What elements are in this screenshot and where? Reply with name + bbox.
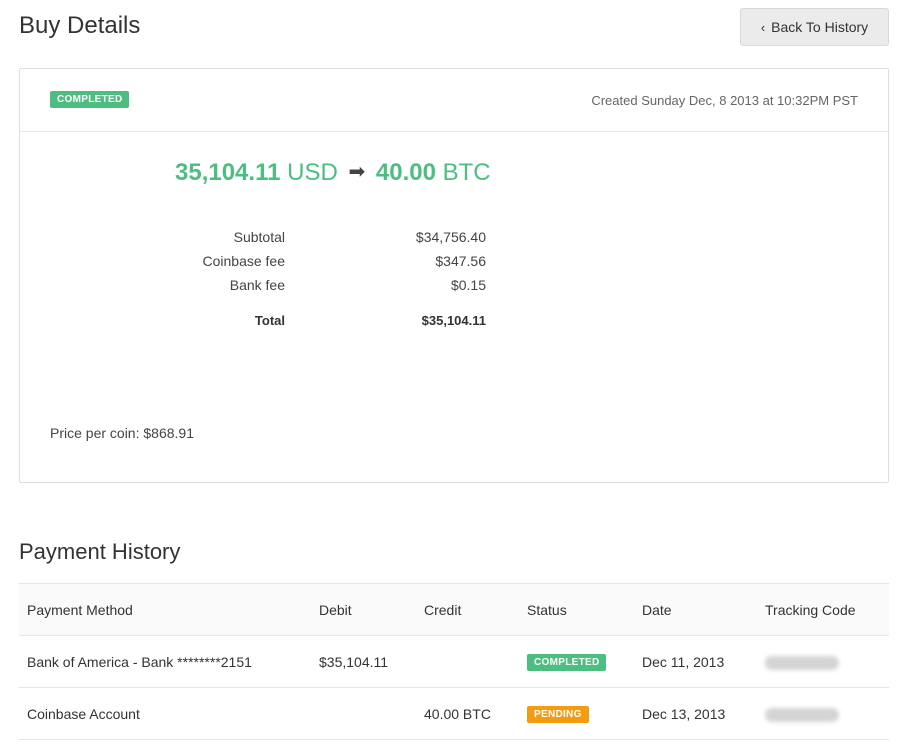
status-cell: PENDING xyxy=(519,688,634,740)
subtotal-value: $34,756.40 xyxy=(415,229,486,245)
table-row: Bank of America - Bank ********2151 $35,… xyxy=(19,636,889,688)
status-badge: PENDING xyxy=(527,706,589,723)
debit-cell: $35,104.11 xyxy=(319,653,389,670)
subtotal-row: Subtotal $34,756.40 xyxy=(20,229,890,249)
coinbase-fee-value: $347.56 xyxy=(435,253,486,269)
column-header: Date xyxy=(642,601,672,618)
page-title: Buy Details xyxy=(19,12,141,39)
column-header: Debit xyxy=(319,601,352,618)
card-header: COMPLETED Created Sunday Dec, 8 2013 at … xyxy=(20,69,888,132)
arrow-right-icon: ➡ xyxy=(348,161,366,183)
btc-unit: BTC xyxy=(442,159,491,186)
redacted-tracking-code xyxy=(765,707,839,722)
btc-amount: 40.00 xyxy=(375,159,436,186)
payment-history-title: Payment History xyxy=(19,539,181,564)
bank-fee-value: $0.15 xyxy=(450,277,486,293)
column-header: Credit xyxy=(424,601,462,618)
payment-method: Bank of America - Bank ********2151 xyxy=(27,653,252,670)
buy-details-card: COMPLETED Created Sunday Dec, 8 2013 at … xyxy=(19,68,889,483)
created-timestamp: Created Sunday Dec, 8 2013 at 10:32PM PS… xyxy=(591,93,858,108)
payment-method: Coinbase Account xyxy=(27,705,140,722)
table-row: Coinbase Account 40.00 BTC PENDING Dec 1… xyxy=(19,688,889,740)
date-cell: Dec 13, 2013 xyxy=(642,705,726,722)
back-to-history-button[interactable]: ‹ Back To History xyxy=(740,8,889,46)
column-header: Tracking Code xyxy=(765,601,856,618)
usd-unit: USD xyxy=(287,159,338,186)
payment-history-table: Payment Method Debit Credit Status Date … xyxy=(19,583,889,740)
chevron-left-icon: ‹ xyxy=(760,19,766,35)
conversion-amount: 35,104.11 USD ➡ 40.00 BTC xyxy=(175,159,491,187)
total-row: Total $35,104.11 xyxy=(20,313,890,333)
status-cell: COMPLETED xyxy=(519,636,634,688)
bank-fee-row: Bank fee $0.15 xyxy=(20,277,890,297)
bank-fee-label: Bank fee xyxy=(229,277,285,293)
redacted-tracking-code xyxy=(765,655,839,670)
column-header: Payment Method xyxy=(27,601,133,618)
total-value: $35,104.11 xyxy=(421,313,486,328)
coinbase-fee-label: Coinbase fee xyxy=(202,253,285,269)
debit-cell xyxy=(311,688,416,740)
credit-cell: 40.00 BTC xyxy=(424,705,491,722)
price-per-coin: Price per coin: $868.91 xyxy=(50,425,194,441)
column-header: Status xyxy=(527,601,567,618)
usd-amount: 35,104.11 xyxy=(175,159,281,186)
status-badge: COMPLETED xyxy=(50,91,130,108)
coinbase-fee-row: Coinbase fee $347.56 xyxy=(20,253,890,273)
date-cell: Dec 11, 2013 xyxy=(642,653,725,670)
tracking-code-cell xyxy=(757,636,889,688)
back-to-history-label: Back To History xyxy=(771,19,869,35)
subtotal-label: Subtotal xyxy=(233,229,285,245)
total-label: Total xyxy=(254,313,285,328)
credit-cell xyxy=(416,636,519,688)
tracking-code-cell xyxy=(757,688,889,740)
table-header-row: Payment Method Debit Credit Status Date … xyxy=(19,583,889,636)
status-badge: COMPLETED xyxy=(527,654,607,671)
